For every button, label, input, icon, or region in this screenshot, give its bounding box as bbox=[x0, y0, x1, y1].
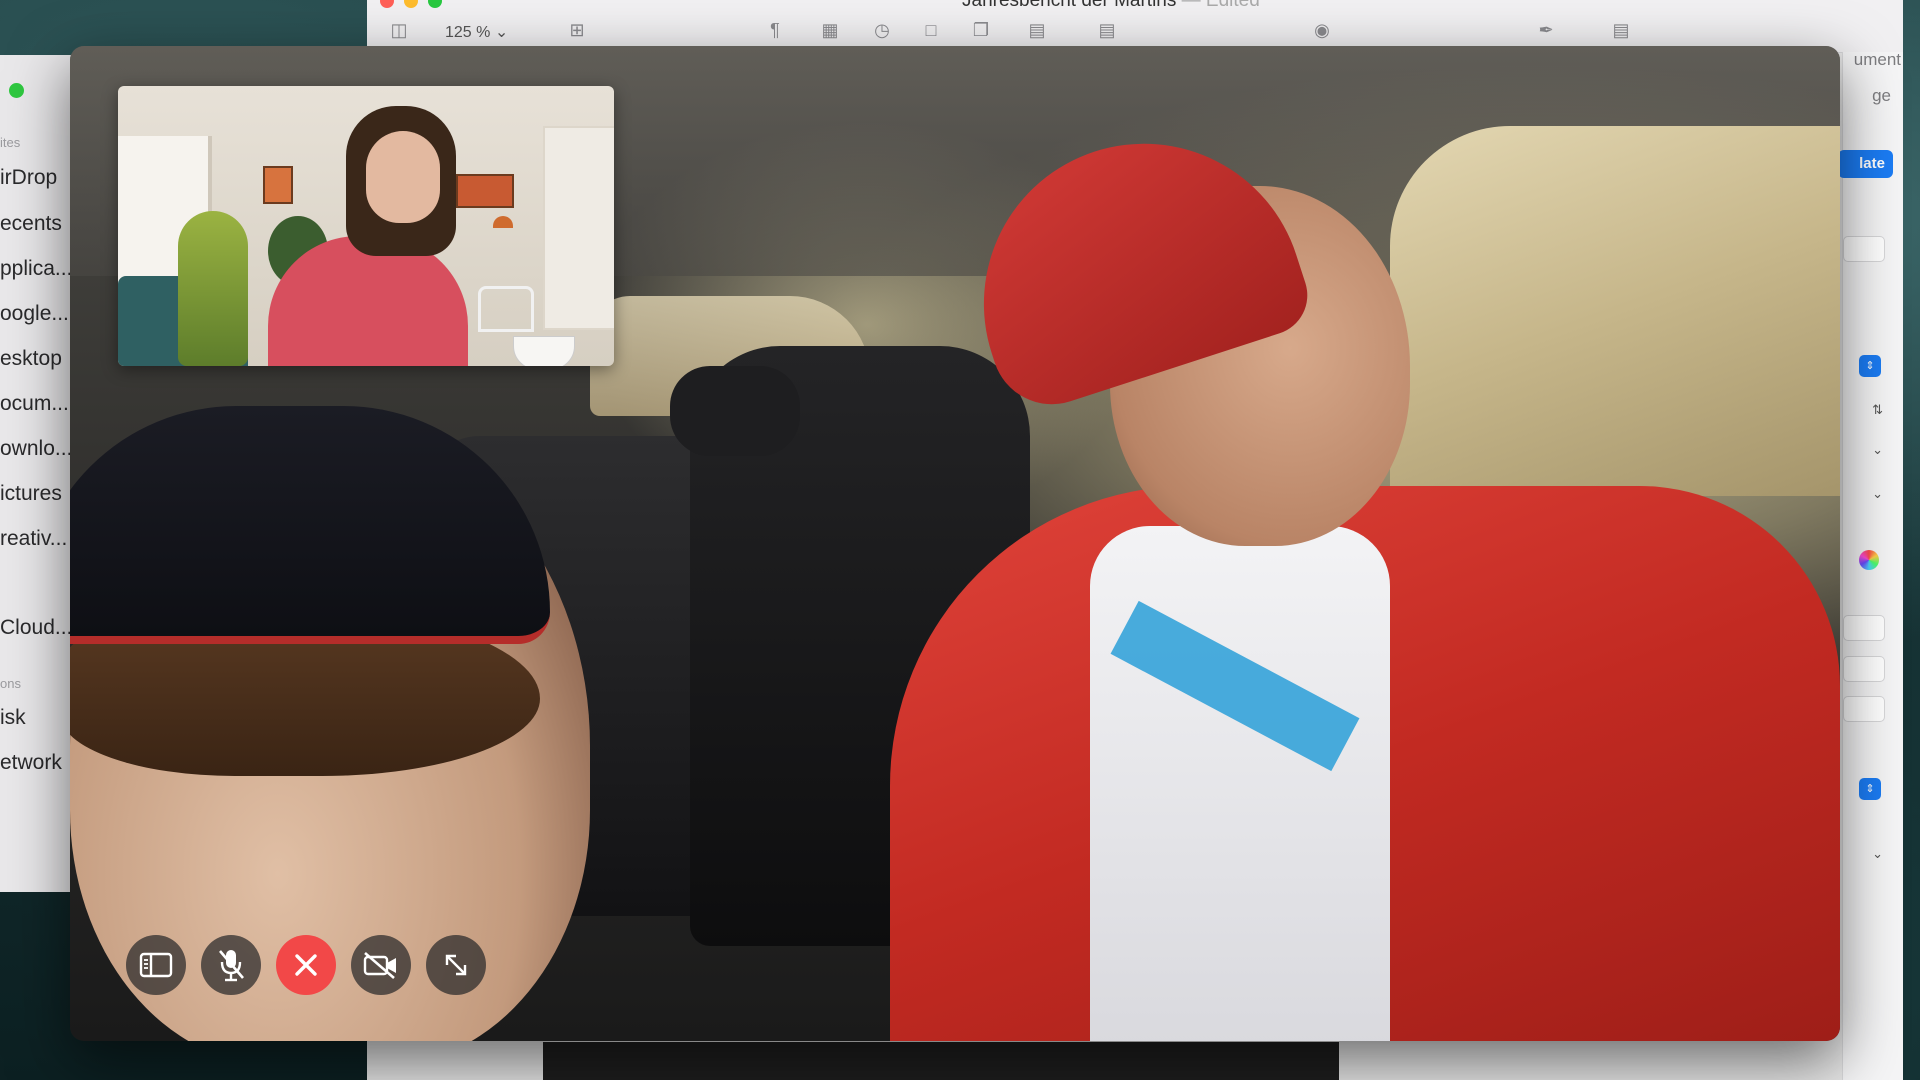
sidebar-item-desktop[interactable]: esktop bbox=[0, 347, 62, 371]
sidebar-item-recents[interactable]: ecents bbox=[0, 212, 62, 236]
media-icon[interactable]: ▤ bbox=[1026, 20, 1048, 40]
sidebar-icon[interactable]: ◫ bbox=[388, 20, 410, 40]
sidebar-section-locations: ons bbox=[0, 676, 21, 691]
expand-icon bbox=[445, 954, 467, 976]
chair bbox=[478, 286, 534, 332]
sidebar-item-disk[interactable]: isk bbox=[0, 706, 26, 730]
color-wheel-icon[interactable] bbox=[1859, 550, 1879, 570]
sidebar-item-applications[interactable]: pplica... bbox=[0, 257, 72, 281]
chart-icon[interactable]: ◷ bbox=[871, 20, 893, 40]
sidebar-item-airdrop[interactable]: irDrop bbox=[0, 166, 57, 190]
sidebar-item-creative-cloud[interactable]: reativ... bbox=[0, 527, 67, 551]
document-tab-label[interactable]: ument bbox=[1854, 50, 1901, 70]
inspector-field[interactable] bbox=[1843, 696, 1885, 722]
minimize-window-icon[interactable] bbox=[404, 0, 418, 8]
stepper-icon[interactable]: ⇕ bbox=[1859, 355, 1881, 377]
sidebar-item-pictures[interactable]: ictures bbox=[0, 482, 62, 506]
lamp bbox=[493, 216, 513, 228]
table-icon[interactable]: ▦ bbox=[819, 20, 841, 40]
sidebar-item-icloud[interactable]: Cloud... bbox=[0, 616, 72, 640]
sidebar-section-favorites: ites bbox=[0, 135, 21, 150]
collaborate-icon[interactable]: ◉ bbox=[1311, 20, 1333, 40]
wall-picture bbox=[456, 174, 514, 208]
sidebar-item-downloads[interactable]: ownlo... bbox=[0, 437, 72, 461]
chevron-down-icon[interactable]: ⌄ bbox=[1872, 442, 1883, 458]
add-page-icon[interactable]: ⊞ bbox=[566, 20, 588, 40]
sidebar-toggle-button[interactable] bbox=[126, 935, 186, 995]
mute-button[interactable] bbox=[201, 935, 261, 995]
video-slash-icon bbox=[363, 952, 396, 979]
document-icon[interactable]: ▤ bbox=[1610, 20, 1632, 40]
sidebar-item-network[interactable]: etwork bbox=[0, 751, 62, 775]
fullscreen-button[interactable] bbox=[426, 935, 486, 995]
stepper-icon[interactable]: ⇕ bbox=[1859, 778, 1881, 800]
zoom-window-icon[interactable] bbox=[9, 83, 24, 98]
chevron-down-icon[interactable]: ⌄ bbox=[1872, 486, 1883, 502]
text-box-icon[interactable]: □ bbox=[920, 20, 942, 40]
room-door bbox=[543, 126, 614, 330]
paragraph-icon[interactable]: ¶ bbox=[764, 20, 786, 40]
sidebar-icon bbox=[139, 952, 173, 978]
stepper-arrows-icon[interactable]: ⇅ bbox=[1872, 402, 1883, 418]
document-margin bbox=[367, 1042, 543, 1080]
edited-indicator: — Edited bbox=[1181, 0, 1260, 11]
zoom-window-icon[interactable] bbox=[428, 0, 442, 8]
car-headrest bbox=[670, 366, 800, 456]
sidebar-item-google-drive[interactable]: oogle... bbox=[0, 302, 69, 326]
microphone-slash-icon bbox=[219, 950, 244, 982]
woman-face bbox=[366, 131, 440, 223]
document-canvas[interactable] bbox=[543, 1042, 1339, 1080]
document-inspector: ument ge late ⇕ ⇅ ⌄ ⌄ ⇕ ⌄ bbox=[1838, 50, 1903, 1080]
inspector-field[interactable] bbox=[1843, 236, 1885, 262]
self-view-video[interactable] bbox=[118, 86, 614, 366]
inspector-field[interactable] bbox=[1843, 615, 1885, 641]
driver-shirt bbox=[1090, 526, 1390, 1041]
comment-icon[interactable]: ▤ bbox=[1096, 20, 1118, 40]
end-call-button[interactable] bbox=[276, 935, 336, 995]
chevron-down-icon[interactable]: ⌄ bbox=[1872, 846, 1883, 862]
shape-icon[interactable]: ❐ bbox=[970, 20, 992, 40]
zoom-menu[interactable]: 125 % ⌄ bbox=[445, 22, 508, 42]
format-icon[interactable]: ✒ bbox=[1535, 20, 1557, 40]
wall-picture bbox=[263, 166, 293, 204]
facetime-call-window[interactable] bbox=[70, 46, 1840, 1041]
document-title: Jahresbericht der Martins — Edited bbox=[962, 0, 1260, 12]
close-window-icon[interactable] bbox=[380, 0, 394, 8]
update-button[interactable]: late bbox=[1838, 150, 1893, 178]
close-icon bbox=[295, 954, 317, 976]
sidebar-item-documents[interactable]: ocum... bbox=[0, 392, 69, 416]
camera-off-button[interactable] bbox=[351, 935, 411, 995]
car-side-window bbox=[1390, 126, 1840, 496]
inspector-field[interactable] bbox=[1843, 656, 1885, 682]
coffee-mug bbox=[513, 336, 575, 366]
chevron-down-icon: ⌄ bbox=[494, 24, 509, 41]
zoom-value: 125 % bbox=[445, 24, 491, 41]
inspector-section-label: ge bbox=[1872, 86, 1891, 105]
dinosaur-figure bbox=[178, 211, 248, 366]
document-title-text: Jahresbericht der Martins bbox=[962, 0, 1177, 11]
